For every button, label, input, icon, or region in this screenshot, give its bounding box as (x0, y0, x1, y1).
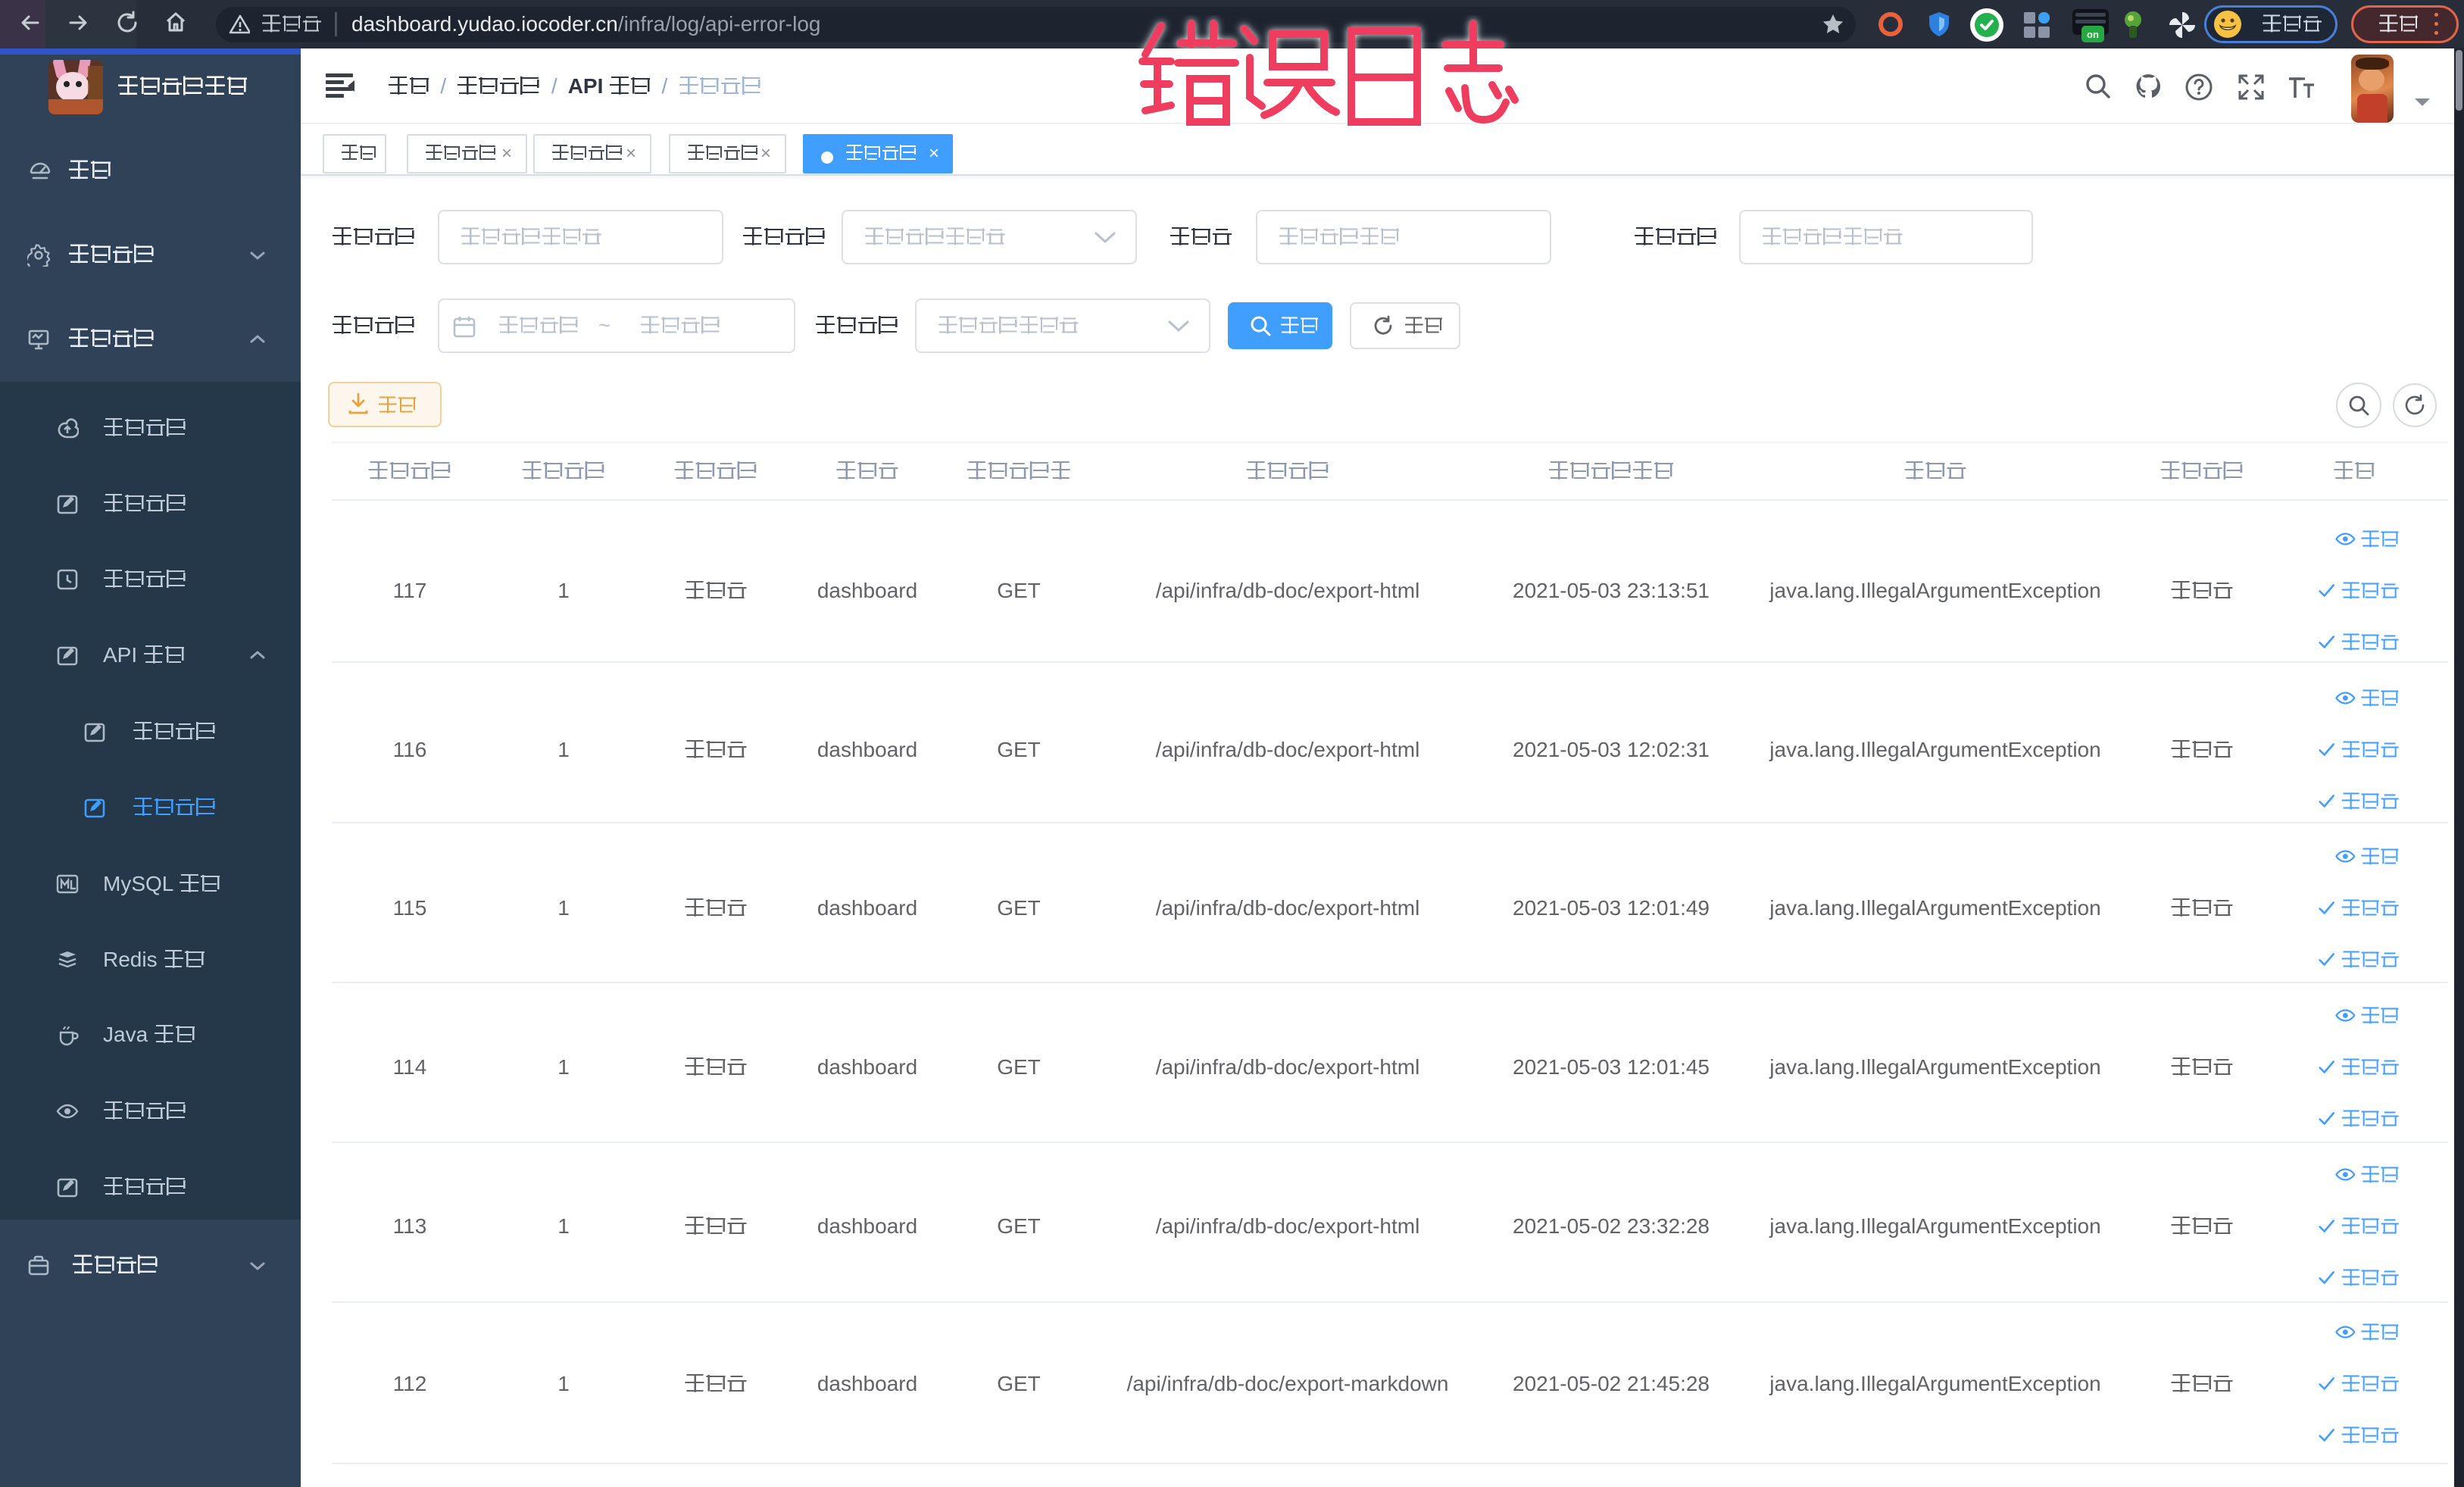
svg-text:on: on (2087, 29, 2099, 40)
